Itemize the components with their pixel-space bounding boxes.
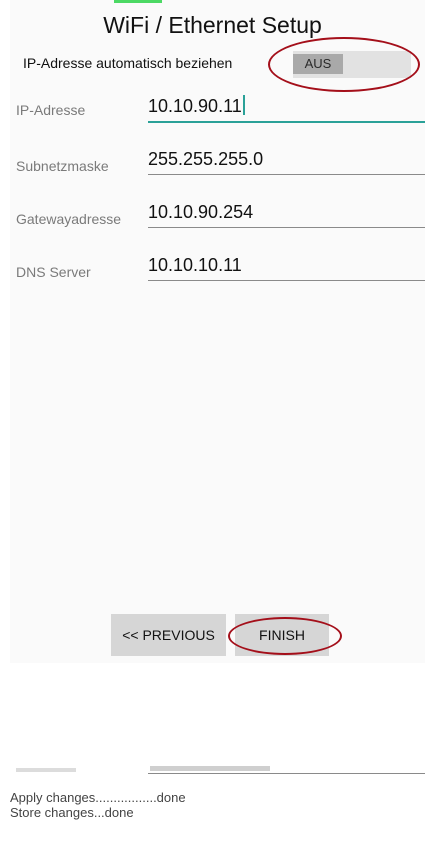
subnet-mask-label: Subnetzmaske	[16, 158, 109, 174]
dns-server-underline	[148, 280, 425, 281]
gateway-underline	[148, 227, 425, 228]
text-cursor	[242, 95, 245, 115]
ip-address-value: 10.10.90.11	[148, 96, 242, 116]
gateway-input[interactable]: 10.10.90.254	[148, 202, 253, 223]
log-line-apply: Apply changes.................done	[10, 790, 186, 805]
subnet-mask-underline	[148, 174, 425, 175]
page-title: WiFi / Ethernet Setup	[103, 12, 322, 38]
dhcp-toggle-label: IP-Adresse automatisch beziehen	[23, 55, 233, 71]
dns-server-label: DNS Server	[16, 264, 91, 280]
top-accent-bar	[114, 0, 162, 3]
subnet-mask-input[interactable]: 255.255.255.0	[148, 149, 263, 170]
annotation-circle-finish	[228, 617, 342, 655]
clipped-value-fragment	[150, 766, 270, 771]
dns-server-input[interactable]: 10.10.10.11	[148, 255, 242, 276]
status-log: Apply changes.................done Store…	[10, 790, 186, 820]
gateway-label: Gatewayadresse	[16, 211, 122, 227]
ip-address-input[interactable]: 10.10.90.11	[148, 95, 245, 117]
previous-button[interactable]: << PREVIOUS	[111, 614, 226, 656]
log-line-store: Store changes...done	[10, 805, 134, 820]
ip-address-underline	[148, 121, 425, 123]
ip-address-label: IP-Adresse	[16, 102, 86, 118]
clipped-field-underline	[148, 773, 425, 774]
annotation-circle-toggle	[268, 37, 420, 92]
clipped-label-fragment	[16, 768, 76, 772]
